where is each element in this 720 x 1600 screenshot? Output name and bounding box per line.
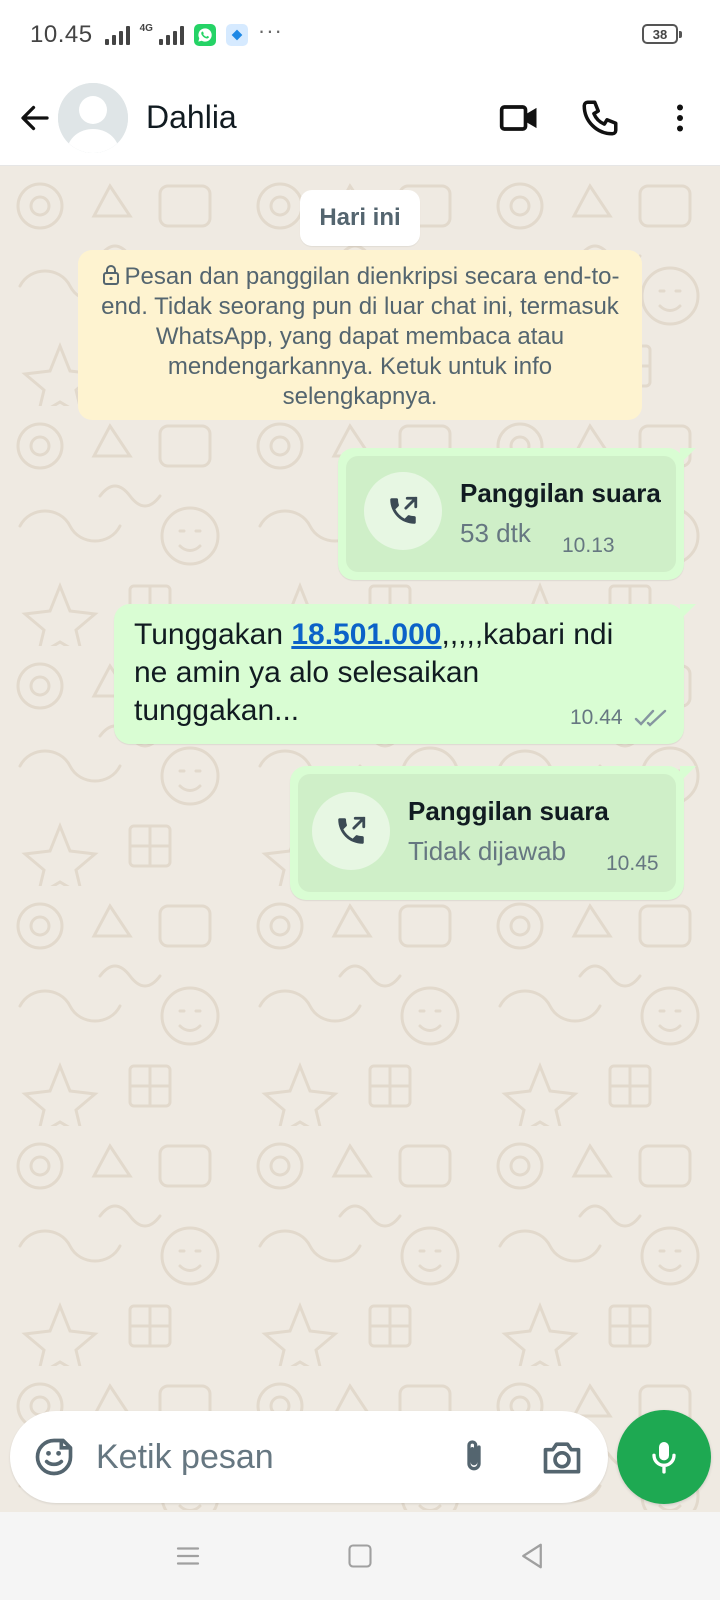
chat-area[interactable]: Hari ini Pesan dan panggilan dienkripsi … [0, 166, 720, 1510]
more-options-button[interactable] [640, 78, 720, 158]
message-time: 10.44 [570, 706, 623, 729]
mic-icon [652, 1442, 676, 1474]
call-message[interactable]: Panggilan suara Tidak dijawab 10.45 [290, 766, 696, 900]
video-call-icon [499, 105, 537, 131]
app-notification-icon [225, 24, 248, 46]
call-message[interactable]: Panggilan suara 53 dtk 10.13 [338, 448, 696, 580]
signal-icon-2 [158, 25, 184, 45]
chat-header: Dahlia [0, 70, 720, 166]
voice-call-icon [582, 100, 618, 136]
phone-number-link[interactable]: 18.501.000 [291, 618, 441, 651]
sticker-icon [35, 1438, 73, 1476]
call-icon-badge [312, 792, 390, 870]
read-receipt-icon [634, 709, 667, 727]
back-icon [522, 1543, 542, 1569]
encryption-notice-text: Pesan dan panggilan dienkripsi secara en… [101, 263, 620, 410]
system-navigation-bar [0, 1512, 720, 1600]
status-time: 10.45 [30, 21, 93, 48]
voice-call-button[interactable] [560, 78, 640, 158]
message-text-prefix: Tunggakan [134, 618, 292, 651]
system-back-button[interactable] [508, 1532, 556, 1580]
sticker-button[interactable] [30, 1433, 78, 1481]
call-title: Panggilan suara [460, 478, 661, 508]
outgoing-call-icon [338, 816, 366, 844]
menu-icon [176, 1547, 200, 1565]
voice-message-button[interactable] [617, 1410, 711, 1504]
home-icon [348, 1544, 372, 1568]
avatar-placeholder-icon [58, 82, 128, 153]
back-button[interactable] [8, 91, 62, 145]
outgoing-call-icon [390, 496, 418, 524]
battery-icon: 38 [642, 24, 682, 44]
recent-apps-button[interactable] [164, 1532, 212, 1580]
battery-level: 38 [652, 26, 668, 42]
camera-button[interactable] [538, 1433, 586, 1481]
encryption-notice[interactable]: Pesan dan panggilan dienkripsi secara en… [78, 250, 642, 420]
home-button[interactable] [336, 1532, 384, 1580]
network-type-badge: 4G [139, 23, 153, 34]
attach-icon [467, 1440, 481, 1471]
message-composer [10, 1411, 608, 1503]
signal-icon [104, 25, 130, 45]
more-vert-icon [677, 104, 683, 132]
message-input[interactable] [96, 1427, 426, 1487]
call-status: Tidak dijawab [408, 836, 567, 866]
contact-name[interactable]: Dahlia [146, 99, 237, 136]
back-arrow-icon [21, 105, 49, 130]
avatar[interactable] [58, 82, 128, 153]
lock-icon [102, 265, 119, 285]
message-text: Tunggakan 18.501.000,,,,,kabari ndi ne a… [134, 616, 614, 730]
video-call-button[interactable] [480, 78, 560, 158]
attach-button[interactable] [450, 1433, 498, 1481]
status-icons: 4G ··· [104, 18, 283, 46]
whatsapp-notification-icon [193, 24, 216, 46]
call-title: Panggilan suara [408, 796, 609, 826]
header-actions [480, 70, 720, 166]
status-bar: 10.45 4G ··· 38 [0, 0, 720, 70]
text-message[interactable]: Tunggakan 18.501.000,,,,,kabari ndi ne a… [114, 604, 696, 744]
message-time: 10.45 [606, 852, 659, 875]
date-chip: Hari ini [300, 190, 420, 246]
more-notifications-icon: ··· [257, 18, 283, 43]
call-icon-badge [364, 472, 442, 550]
camera-icon [543, 1442, 581, 1474]
call-duration: 53 dtk [460, 518, 531, 548]
message-time: 10.13 [562, 534, 615, 557]
